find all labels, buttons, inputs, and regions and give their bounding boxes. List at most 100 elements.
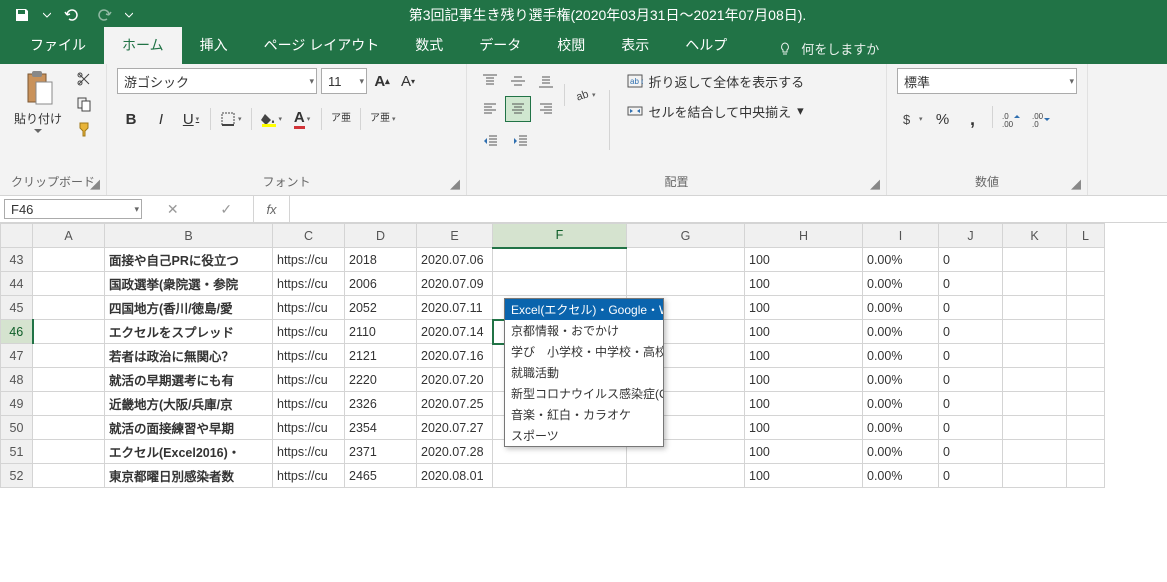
cell[interactable]: https://cu bbox=[273, 248, 345, 272]
cell[interactable]: 100 bbox=[745, 320, 863, 344]
orientation-button[interactable]: ab▾ bbox=[570, 82, 600, 108]
cell[interactable]: 100 bbox=[745, 368, 863, 392]
cell[interactable] bbox=[33, 344, 105, 368]
cell[interactable]: 0.00% bbox=[863, 440, 939, 464]
tab-file[interactable]: ファイル bbox=[12, 27, 104, 64]
cell[interactable]: 2020.07.25 bbox=[417, 392, 493, 416]
number-dialog-launcher[interactable]: ◢ bbox=[1069, 177, 1083, 191]
tab-review[interactable]: 校閲 bbox=[539, 27, 603, 64]
cut-button[interactable] bbox=[72, 68, 96, 90]
col-header-H[interactable]: H bbox=[745, 224, 863, 248]
cell[interactable] bbox=[1067, 440, 1105, 464]
cell[interactable]: 100 bbox=[745, 272, 863, 296]
cell[interactable]: 0 bbox=[939, 464, 1003, 488]
cell[interactable]: 2020.07.14 bbox=[417, 320, 493, 344]
border-button[interactable]: ▾ bbox=[216, 106, 246, 132]
cell[interactable] bbox=[1067, 392, 1105, 416]
col-header-L[interactable]: L bbox=[1067, 224, 1105, 248]
clipboard-dialog-launcher[interactable]: ◢ bbox=[88, 177, 102, 191]
cell[interactable] bbox=[33, 464, 105, 488]
fx-icon[interactable]: fx bbox=[254, 196, 290, 222]
cell[interactable] bbox=[33, 296, 105, 320]
cell[interactable]: 0.00% bbox=[863, 344, 939, 368]
cell[interactable]: https://cu bbox=[273, 440, 345, 464]
cell[interactable] bbox=[33, 368, 105, 392]
cell[interactable]: 0 bbox=[939, 296, 1003, 320]
bold-button[interactable]: B bbox=[117, 106, 145, 132]
cell[interactable] bbox=[493, 464, 627, 488]
cell[interactable]: 2121 bbox=[345, 344, 417, 368]
dropdown-option[interactable]: 音楽・紅白・カラオケ bbox=[505, 404, 663, 425]
cell[interactable] bbox=[1003, 392, 1067, 416]
row-header[interactable]: 45 bbox=[1, 296, 33, 320]
cell[interactable]: 0 bbox=[939, 344, 1003, 368]
cell[interactable]: 0 bbox=[939, 392, 1003, 416]
increase-decimal-button[interactable]: .0.00 bbox=[998, 106, 1026, 132]
cell[interactable] bbox=[627, 248, 745, 272]
cell[interactable]: 2110 bbox=[345, 320, 417, 344]
cell[interactable]: 100 bbox=[745, 344, 863, 368]
underline-button[interactable]: U▾ bbox=[177, 106, 205, 132]
cell[interactable]: 2018 bbox=[345, 248, 417, 272]
cell[interactable] bbox=[1003, 272, 1067, 296]
tell-me-search[interactable]: 何をしますか bbox=[769, 33, 887, 64]
cell[interactable]: 100 bbox=[745, 464, 863, 488]
cell[interactable]: 0 bbox=[939, 368, 1003, 392]
row-header[interactable]: 51 bbox=[1, 440, 33, 464]
cell[interactable] bbox=[33, 272, 105, 296]
align-left-button[interactable] bbox=[477, 96, 503, 122]
percent-button[interactable]: % bbox=[929, 106, 957, 132]
cell[interactable] bbox=[1067, 344, 1105, 368]
cell[interactable]: 2465 bbox=[345, 464, 417, 488]
cell[interactable] bbox=[33, 416, 105, 440]
tab-insert[interactable]: 挿入 bbox=[182, 27, 246, 64]
cell[interactable]: 2006 bbox=[345, 272, 417, 296]
tab-formulas[interactable]: 数式 bbox=[397, 27, 461, 64]
cell[interactable]: 2020.07.27 bbox=[417, 416, 493, 440]
phonetic-button[interactable]: ア亜 bbox=[327, 106, 355, 132]
qat-dropdown-icon[interactable] bbox=[40, 11, 54, 19]
font-color-button[interactable]: A▾ bbox=[288, 106, 316, 132]
save-button[interactable] bbox=[8, 3, 36, 27]
cell[interactable] bbox=[1067, 272, 1105, 296]
col-header-F[interactable]: F bbox=[493, 224, 627, 248]
row-header[interactable]: 48 bbox=[1, 368, 33, 392]
cell[interactable] bbox=[1003, 248, 1067, 272]
cell[interactable]: 100 bbox=[745, 296, 863, 320]
accounting-format-button[interactable]: $▾ bbox=[897, 106, 927, 132]
name-box[interactable]: F46▾ bbox=[4, 199, 142, 219]
cell[interactable]: 四国地方(香川/徳島/愛 bbox=[105, 296, 273, 320]
cell[interactable]: エクセル(Excel2016)・ bbox=[105, 440, 273, 464]
paste-button[interactable]: 貼り付け bbox=[10, 68, 66, 137]
cell[interactable] bbox=[1067, 368, 1105, 392]
col-header-C[interactable]: C bbox=[273, 224, 345, 248]
cell[interactable] bbox=[1003, 296, 1067, 320]
comma-button[interactable]: , bbox=[959, 106, 987, 132]
cell[interactable] bbox=[1067, 320, 1105, 344]
cell[interactable]: 2020.07.28 bbox=[417, 440, 493, 464]
number-format-combo[interactable]: 標準▾ bbox=[897, 68, 1077, 94]
cell[interactable]: https://cu bbox=[273, 416, 345, 440]
align-top-button[interactable] bbox=[477, 68, 503, 94]
col-header-D[interactable]: D bbox=[345, 224, 417, 248]
cell[interactable]: 国政選挙(衆院選・参院 bbox=[105, 272, 273, 296]
cell[interactable] bbox=[33, 248, 105, 272]
increase-font-button[interactable]: A▴ bbox=[371, 68, 393, 94]
align-bottom-button[interactable] bbox=[533, 68, 559, 94]
dropdown-option[interactable]: 就職活動 bbox=[505, 362, 663, 383]
cell[interactable] bbox=[493, 248, 627, 272]
cancel-formula-button[interactable]: ✕ bbox=[167, 201, 179, 218]
dropdown-option[interactable]: 京都情報・おでかけ bbox=[505, 320, 663, 341]
tab-view[interactable]: 表示 bbox=[603, 27, 667, 64]
cell[interactable]: 近畿地方(大阪/兵庫/京 bbox=[105, 392, 273, 416]
cell[interactable]: 0 bbox=[939, 272, 1003, 296]
cell[interactable] bbox=[1067, 416, 1105, 440]
cell[interactable] bbox=[627, 464, 745, 488]
cell[interactable]: 0 bbox=[939, 248, 1003, 272]
align-center-button[interactable] bbox=[505, 96, 531, 122]
cell[interactable]: 若者は政治に無関心？ bbox=[105, 344, 273, 368]
col-header-J[interactable]: J bbox=[939, 224, 1003, 248]
cell[interactable]: https://cu bbox=[273, 320, 345, 344]
row-header[interactable]: 44 bbox=[1, 272, 33, 296]
cell[interactable] bbox=[1003, 440, 1067, 464]
